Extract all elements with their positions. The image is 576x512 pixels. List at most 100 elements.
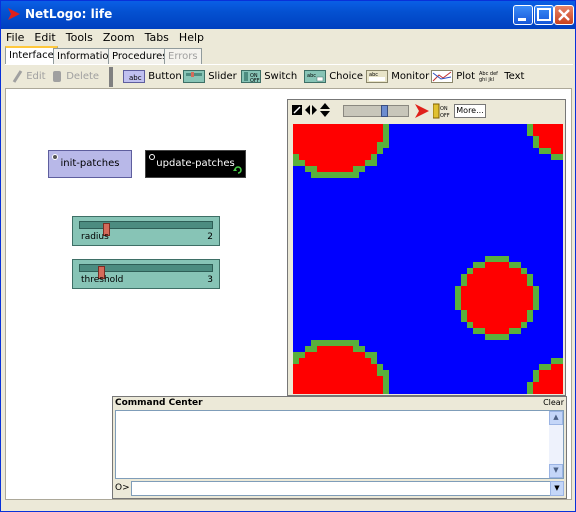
patch-cell (485, 298, 491, 304)
edit-tool-button[interactable]: Edit (11, 69, 46, 85)
more-button[interactable]: More... (454, 104, 486, 118)
add-switch-tool[interactable]: ON OFF Switch (241, 69, 297, 85)
command-input[interactable] (131, 481, 552, 496)
world-grid[interactable] (293, 124, 563, 394)
radius-slider-label: radius (81, 232, 109, 242)
patch-cell (353, 148, 359, 154)
patch-cell (359, 388, 365, 394)
command-output[interactable]: ▲ ▼ (115, 410, 564, 479)
patch-cell (323, 388, 329, 394)
observer-prompt[interactable]: O> (115, 481, 130, 496)
patch-cell (347, 160, 353, 166)
patch-cell (353, 388, 359, 394)
patch-edge (383, 130, 389, 136)
patch-cell (293, 376, 299, 382)
patch-edge (545, 148, 551, 154)
text-widget-icon: Abc defghi jkl (479, 71, 498, 83)
patch-cell (521, 274, 527, 280)
patch-cell (305, 352, 311, 358)
tab-procedures[interactable]: Procedures (108, 48, 172, 64)
scroll-down-icon[interactable]: ▼ (549, 464, 563, 478)
patch-cell (533, 124, 539, 130)
speed-slider-thumb[interactable] (381, 105, 388, 117)
update-patches-button[interactable]: update-patches (145, 150, 246, 178)
add-text-tool[interactable]: Abc def ghi jkl Text (479, 69, 524, 85)
patch-cell (317, 352, 323, 358)
patch-cell (365, 154, 371, 160)
patch-cell (515, 292, 521, 298)
interface-canvas[interactable]: init-patches update-patches radius 2 thr… (5, 88, 572, 500)
history-dropdown-icon[interactable]: ▼ (550, 481, 564, 496)
trash-icon (53, 71, 61, 82)
close-button[interactable] (554, 5, 574, 25)
go-arrow-icon[interactable] (415, 104, 429, 118)
patch-edge (515, 328, 521, 334)
add-slider-tool[interactable]: Slider (183, 69, 237, 85)
patch-cell (311, 370, 317, 376)
patch-cell (359, 130, 365, 136)
patch-cell (545, 388, 551, 394)
horizontal-arrows-icon[interactable] (305, 105, 317, 115)
init-patches-button[interactable]: init-patches (48, 150, 132, 178)
vertical-arrows-icon[interactable] (320, 103, 330, 117)
patch-edge (491, 334, 497, 340)
add-plot-tool[interactable]: Plot (431, 69, 475, 85)
radius-slider[interactable]: radius 2 (72, 216, 220, 246)
plot-tool-label: Plot (456, 71, 476, 82)
menu-help[interactable]: Help (174, 29, 209, 46)
tab-interface[interactable]: Interface (5, 46, 58, 64)
maximize-icon (537, 8, 551, 21)
add-choice-tool[interactable]: abc Choice (304, 69, 363, 85)
patch-cell (467, 298, 473, 304)
delete-tool-button[interactable]: Delete (51, 69, 99, 85)
view-update-switch-icon[interactable]: ONOFF (433, 103, 451, 119)
patch-cell (479, 286, 485, 292)
patch-cell (335, 364, 341, 370)
title-bar[interactable]: NetLogo: life (1, 1, 575, 29)
patch-cell (341, 130, 347, 136)
patch-edge (557, 358, 563, 364)
patch-cell (515, 268, 521, 274)
slider-track[interactable] (79, 264, 213, 279)
clear-button[interactable]: Clear (543, 398, 564, 407)
menu-edit[interactable]: Edit (29, 29, 60, 46)
patch-cell (305, 376, 311, 382)
slider-track[interactable] (79, 221, 213, 236)
menu-file[interactable]: File (1, 29, 29, 46)
patch-edge (539, 364, 545, 370)
choice-widget-icon: abc (304, 70, 326, 83)
patch-cell (353, 130, 359, 136)
svg-text:ON: ON (440, 106, 448, 112)
scroll-up-icon[interactable]: ▲ (549, 411, 563, 425)
add-monitor-tool[interactable]: abc Monitor (366, 69, 429, 85)
minimize-button[interactable] (513, 5, 533, 25)
patch-cell (311, 376, 317, 382)
patch-edge (527, 382, 533, 388)
patch-edge (455, 304, 461, 310)
toolbar: Edit Delete abc Button Slider ON OFF Swit… (5, 64, 573, 88)
menu-tabs[interactable]: Tabs (140, 29, 174, 46)
threshold-slider[interactable]: threshold 3 (72, 259, 220, 289)
add-button-tool[interactable]: abc Button (123, 69, 182, 85)
maximize-button[interactable] (534, 5, 554, 25)
patch-cell (311, 154, 317, 160)
patch-cell (335, 346, 341, 352)
patch-cell (467, 280, 473, 286)
menu-zoom[interactable]: Zoom (98, 29, 140, 46)
patch-cell (557, 376, 563, 382)
vertical-scrollbar[interactable]: ▲ ▼ (549, 411, 563, 478)
resize-icon[interactable] (292, 105, 302, 115)
patch-edge (479, 328, 485, 334)
patch-cell (347, 142, 353, 148)
patch-cell (545, 142, 551, 148)
patch-cell (377, 124, 383, 130)
patch-cell (341, 346, 347, 352)
speed-slider[interactable] (343, 105, 409, 117)
window-title: NetLogo: life (25, 7, 113, 21)
patch-edge (329, 172, 335, 178)
patch-cell (329, 352, 335, 358)
menu-tools[interactable]: Tools (61, 29, 98, 46)
patch-edge (323, 340, 329, 346)
tab-errors[interactable]: Errors (164, 48, 202, 64)
patch-cell (317, 154, 323, 160)
